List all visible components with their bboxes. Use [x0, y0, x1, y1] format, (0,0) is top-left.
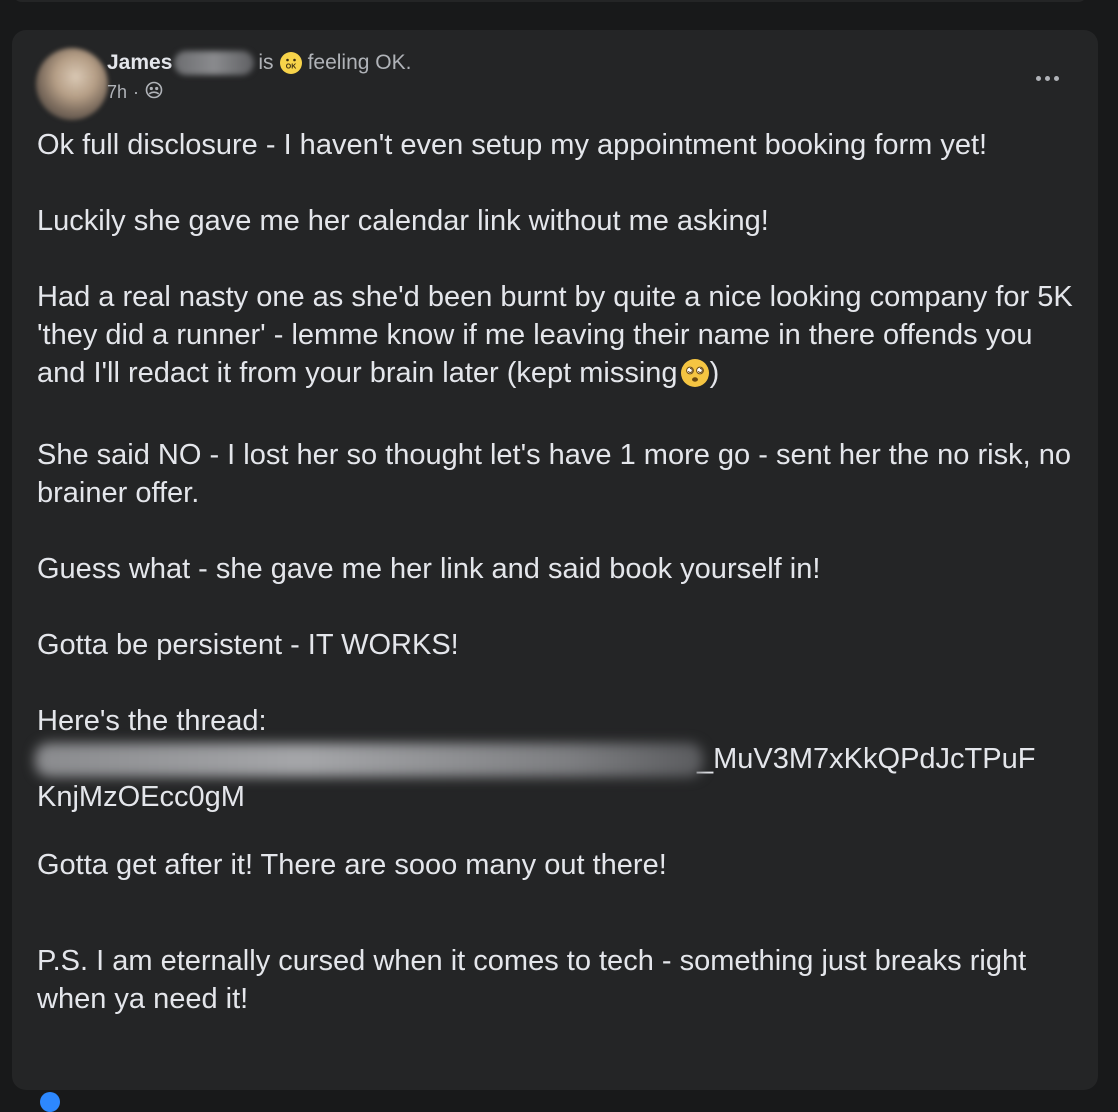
post-meta: 7h ·	[107, 81, 163, 103]
paragraph-9: P.S. I am eternally cursed when it comes…	[37, 945, 1027, 1015]
friends-audience-icon[interactable]	[145, 81, 163, 104]
paragraph-1: Ok full disclosure - I haven't even setu…	[37, 129, 988, 161]
ok-face-emoji-icon: OK	[279, 52, 302, 74]
meta-separator: ·	[133, 81, 140, 102]
post-card: James is OK feeling OK. 7h · Ok full dis…	[12, 30, 1098, 1112]
redacted-url	[35, 743, 703, 778]
svg-text:OK: OK	[285, 64, 296, 71]
feeling-prefix: is	[258, 51, 274, 74]
paragraph-2: Luckily she gave me her calendar link wi…	[37, 205, 769, 237]
thread-link-line-2[interactable]: KnjMzOEcc0gM	[37, 778, 1077, 816]
paragraph-3: Had a real nasty one as she'd been burnt…	[37, 278, 1077, 398]
post-header: James is OK feeling OK.	[107, 49, 411, 77]
paragraph-4: She said NO - I lost her so thought let'…	[37, 439, 1071, 509]
more-options-dot	[1044, 75, 1050, 81]
thread-link[interactable]: _MuV3M7xKkQPdJcTPuF	[35, 740, 1077, 778]
more-options-dot	[1053, 75, 1059, 81]
dizzy-face-emoji-icon	[680, 358, 710, 398]
paragraph-3-end: )	[709, 357, 720, 389]
paragraph-3-text: Had a real nasty one as she'd been burnt…	[37, 281, 1073, 389]
author-avatar[interactable]	[36, 48, 108, 120]
post-text: Ok full disclosure - I haven't even setu…	[35, 126, 1077, 1018]
thread-link-visible-1: _MuV3M7xKkQPdJcTPuF	[697, 743, 1036, 775]
reaction-icon[interactable]	[40, 1092, 60, 1112]
previous-post-card	[12, 0, 1088, 2]
redacted-surname	[174, 51, 255, 75]
paragraph-8: Gotta get after it! There are sooo many …	[37, 849, 667, 881]
more-options-button[interactable]	[1030, 68, 1064, 88]
more-options-icon	[1035, 75, 1041, 81]
feeling-text: feeling OK.	[307, 51, 412, 74]
paragraph-7: Here's the thread:	[37, 705, 267, 737]
paragraph-5: Guess what - she gave me her link and sa…	[37, 553, 821, 585]
post-timestamp-link[interactable]: 7h	[107, 82, 127, 103]
author-name-link[interactable]: James	[107, 51, 172, 75]
paragraph-6: Gotta be persistent - IT WORKS!	[37, 629, 459, 661]
